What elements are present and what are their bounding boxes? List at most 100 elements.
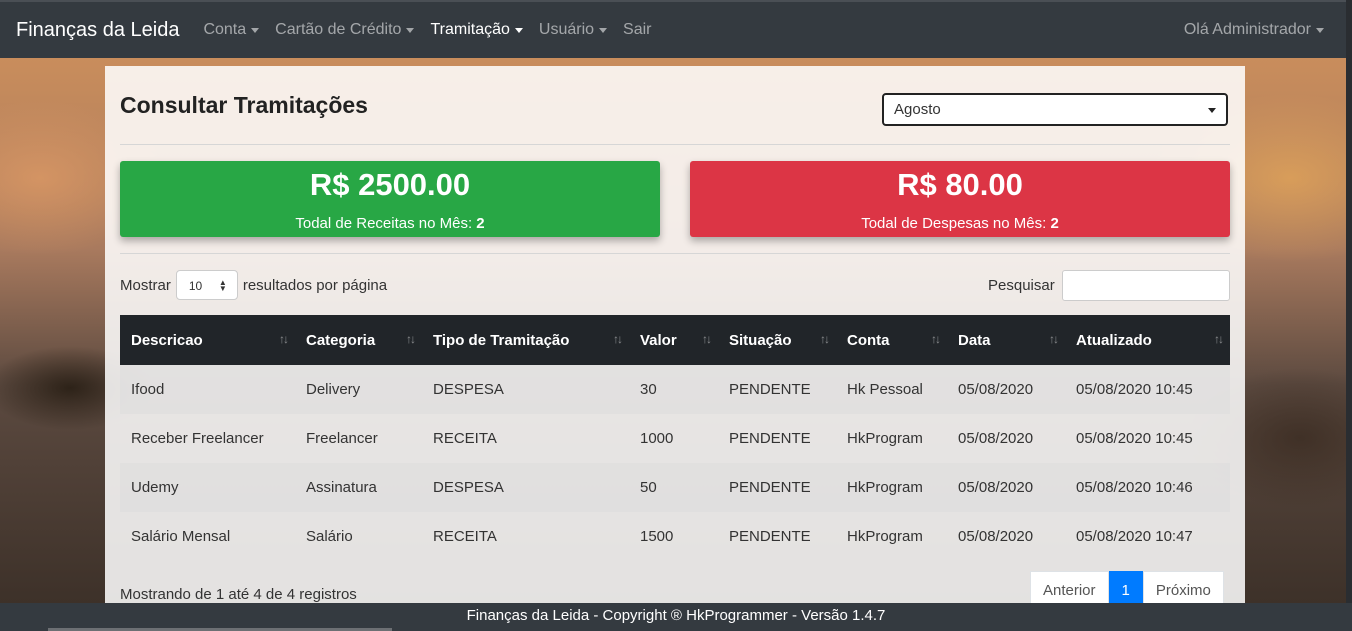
brand-logo[interactable]: Finanças da Leida: [16, 19, 179, 42]
month-select-value: Agosto: [894, 101, 941, 118]
column-header-label: Situação: [729, 331, 792, 349]
cell-conta: HkProgram: [847, 528, 923, 545]
sort-icon: ↑↓: [279, 332, 289, 346]
cell-atualizado: 05/08/2020 10:45: [1076, 430, 1193, 447]
cell-tipo: DESPESA: [433, 381, 504, 398]
cell-descricao: Salário Mensal: [131, 528, 231, 545]
income-card: R$ 2500.00 Todal de Receitas no Mês: 2: [120, 161, 660, 237]
column-header[interactable]: Data ↑↓: [947, 315, 1065, 365]
cell-valor: 30: [640, 381, 657, 398]
cell-atualizado: 05/08/2020 10:46: [1076, 479, 1193, 496]
chevron-down-icon: [1316, 27, 1324, 33]
nav-sair-label: Sair: [623, 21, 652, 38]
chevron-down-icon: [514, 27, 523, 33]
page-size-select[interactable]: 10 ▲ ▼: [175, 270, 238, 300]
nav-usuario[interactable]: Usuário: [538, 21, 608, 39]
page-size-value: 10: [188, 279, 203, 293]
sort-icon: ↑↓: [702, 332, 712, 346]
cell-conta: Hk Pessoal: [847, 381, 923, 398]
nav-conta[interactable]: Conta: [203, 21, 260, 39]
income-count: 2: [476, 215, 485, 232]
cell-valor: 50: [640, 479, 657, 496]
search-label: Pesquisar: [988, 277, 1055, 294]
nav-sair[interactable]: Sair: [623, 21, 651, 39]
nav-usuario-label: Usuário: [538, 21, 595, 38]
nav-tramitacao-label: Tramitação: [430, 21, 510, 38]
user-menu[interactable]: Olá Administrador: [1184, 21, 1324, 39]
chevron-down-icon: [599, 27, 608, 33]
column-header[interactable]: Atualizado ↑↓: [1065, 315, 1230, 365]
cell-tipo: RECEITA: [433, 430, 497, 447]
page-length-control: Mostrar 10 ▲ ▼ resultados por página: [120, 270, 387, 300]
expense-card: R$ 80.00 Todal de Despesas no Mês: 2: [690, 161, 1230, 237]
nav-cartao-label: Cartão de Crédito: [275, 21, 402, 38]
nav-tramitacao[interactable]: Tramitação: [430, 21, 523, 39]
column-header[interactable]: Tipo de Tramitação ↑↓: [422, 315, 629, 365]
column-header-label: Tipo de Tramitação: [433, 331, 570, 349]
cell-categoria: Freelancer: [306, 430, 378, 447]
window-scrollbar[interactable]: [1346, 0, 1352, 631]
divider: [120, 144, 1230, 145]
cell-atualizado: 05/08/2020 10:47: [1076, 528, 1193, 545]
column-header[interactable]: Descricao ↑↓: [120, 315, 295, 365]
show-label: Mostrar: [120, 276, 171, 294]
footer-text: Finanças da Leida - Copyright ® HkProgra…: [466, 607, 886, 624]
cell-data: 05/08/2020: [958, 430, 1034, 447]
divider: [120, 253, 1230, 254]
user-menu-label: Olá Administrador: [1183, 21, 1311, 38]
cell-data: 05/08/2020: [958, 381, 1034, 398]
navbar: Finanças da Leida Conta Cartão de Crédit…: [0, 0, 1352, 58]
table-row: Salário Mensal Salário RECEITA 1500 PEND…: [120, 512, 1230, 561]
cell-data: 05/08/2020: [958, 528, 1034, 545]
cell-tipo: DESPESA: [433, 479, 504, 496]
updown-icon: ▲ ▼: [218, 278, 227, 293]
search-control: Pesquisar: [988, 270, 1230, 301]
cell-data: 05/08/2020: [958, 479, 1034, 496]
month-select[interactable]: Agosto: [882, 93, 1228, 126]
cell-valor: 1000: [640, 430, 674, 447]
chevron-down-icon: [251, 27, 260, 33]
cell-conta: HkProgram: [847, 430, 923, 447]
cell-situacao: PENDENTE: [729, 528, 811, 545]
nav-cartao-credito[interactable]: Cartão de Crédito: [275, 21, 415, 39]
column-header-label: Data: [958, 331, 991, 349]
cell-categoria: Delivery: [306, 381, 361, 398]
table-row: Receber Freelancer Freelancer RECEITA 10…: [120, 414, 1230, 463]
income-caption: Todal de Receitas no Mês: 2: [120, 215, 660, 232]
expense-caption: Todal de Despesas no Mês: 2: [690, 215, 1230, 232]
search-input[interactable]: [1061, 270, 1230, 301]
cell-tipo: RECEITA: [433, 528, 497, 545]
cell-conta: HkProgram: [847, 479, 923, 496]
sort-icon: ↑↓: [820, 332, 830, 346]
per-page-label: resultados por página: [242, 276, 388, 294]
sort-icon: ↑↓: [613, 332, 623, 346]
income-label: Todal de Receitas no Mês:: [295, 215, 473, 232]
sort-icon: ↑↓: [1214, 332, 1224, 346]
sort-icon: ↑↓: [931, 332, 941, 346]
column-header[interactable]: Categoria ↑↓: [295, 315, 422, 365]
transactions-table: Descricao ↑↓ Categoria ↑↓ Tipo de Tramitaç…: [120, 315, 1230, 561]
table-header-row: Descricao ↑↓ Categoria ↑↓ Tipo de Tramitaç…: [120, 315, 1230, 365]
cell-categoria: Salário: [306, 528, 353, 545]
cell-descricao: Ifood: [131, 381, 165, 398]
column-header-label: Valor: [640, 331, 677, 349]
column-header-label: Atualizado: [1076, 331, 1152, 349]
cell-valor: 1500: [640, 528, 674, 545]
sort-icon: ↑↓: [1049, 332, 1059, 346]
column-header[interactable]: Valor ↑↓: [629, 315, 718, 365]
page-title: Consultar Tramitações: [120, 92, 368, 118]
cell-situacao: PENDENTE: [729, 381, 811, 398]
footer: Finanças da Leida - Copyright ® HkProgra…: [0, 603, 1352, 631]
nav-conta-label: Conta: [203, 21, 247, 38]
income-amount: R$ 2500.00: [309, 167, 471, 202]
sort-icon: ↑↓: [406, 332, 416, 346]
column-header-label: Descricao: [131, 331, 203, 349]
cell-descricao: Receber Freelancer: [131, 430, 264, 447]
table-row: Ifood Delivery DESPESA 30 PENDENTE Hk Pe…: [120, 365, 1230, 414]
table-row: Udemy Assinatura DESPESA 50 PENDENTE HkP…: [120, 463, 1230, 512]
column-header-label: Categoria: [306, 331, 376, 349]
cell-categoria: Assinatura: [306, 479, 377, 496]
column-header[interactable]: Conta ↑↓: [836, 315, 947, 365]
cell-situacao: PENDENTE: [729, 430, 811, 447]
column-header[interactable]: Situação ↑↓: [718, 315, 836, 365]
